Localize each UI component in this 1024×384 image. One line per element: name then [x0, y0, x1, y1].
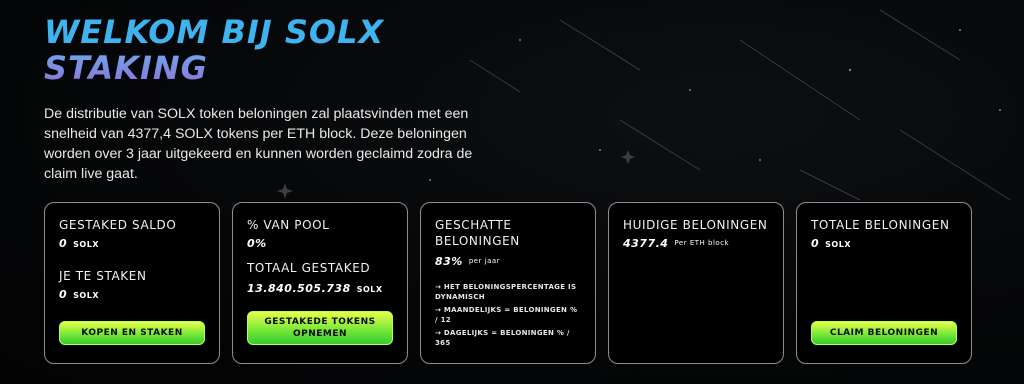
- total-staked-unit: SOLX: [356, 285, 383, 294]
- pool-percent-label: % VAN POOL: [247, 218, 330, 232]
- to-stake-label: JE TE STAKEN: [59, 269, 147, 283]
- total-rewards-unit: SOLX: [825, 240, 851, 249]
- intro-text: De distributie van SOLX token beloningen…: [44, 106, 473, 182]
- note-daily: → DAGELIJKS = BELONINGEN % / 365: [435, 329, 570, 347]
- to-stake-unit: SOLX: [73, 291, 99, 300]
- note-monthly: → MAANDELIJKS = BELONINGEN % / 12: [435, 306, 578, 324]
- pool-percent-value: 0%: [247, 237, 267, 250]
- total-staked-label: TOTAAL GESTAKED: [247, 261, 371, 275]
- rewards-notes: → HET BELONINGSPERCENTAGE IS DYNAMISCH →…: [435, 282, 581, 348]
- staked-balance-label: GESTAKED SALDO: [59, 218, 177, 232]
- total-rewards-label: TOTALE BELONINGEN: [811, 218, 950, 232]
- card-estimated-rewards: GESCHATTE BELONINGEN 83% per jaar → HET B…: [420, 202, 596, 364]
- current-rewards-amount: 4377.4: [623, 237, 669, 250]
- to-stake-value: 0 SOLX: [59, 288, 205, 301]
- staking-page: WELKOM BIJ SOLX STAKING De distributie v…: [0, 0, 1024, 384]
- card-pool: % VAN POOL 0% TOTAAL GESTAKED 13.840.505…: [232, 202, 408, 364]
- claim-rewards-button[interactable]: CLAIM BELONINGEN: [811, 321, 957, 345]
- to-stake-amount: 0: [59, 288, 68, 301]
- estimated-rewards-amount: 83%: [435, 255, 463, 268]
- total-staked-value: 13.840.505.738 SOLX: [247, 282, 393, 295]
- title-line-1: WELKOM BIJ SOLX: [44, 13, 385, 51]
- card-total-rewards: TOTALE BELONINGEN 0 SOLX CLAIM BELONINGEN: [796, 202, 972, 364]
- estimated-rewards-label: GESCHATTE BELONINGEN: [435, 218, 520, 248]
- card-staked-balance: GESTAKED SALDO 0 SOLX JE TE STAKEN 0 SOLX …: [44, 202, 220, 364]
- staked-balance-unit: SOLX: [73, 240, 99, 249]
- withdraw-staked-tokens-button[interactable]: GESTAKEDE TOKENS OPNEMEN: [247, 311, 393, 345]
- buy-and-stake-button[interactable]: KOPEN EN STAKEN: [59, 321, 205, 345]
- staked-balance-value: 0 SOLX: [59, 237, 205, 250]
- current-rewards-label: HUIDIGE BELONINGEN: [623, 218, 768, 232]
- staked-balance-amount: 0: [59, 237, 68, 250]
- page-title: WELKOM BIJ SOLX STAKING: [44, 14, 384, 86]
- total-rewards-value: 0 SOLX: [811, 237, 957, 250]
- total-staked-amount: 13.840.505.738: [247, 282, 351, 295]
- total-rewards-amount: 0: [811, 237, 820, 250]
- estimated-rewards-value: 83% per jaar: [435, 255, 581, 268]
- note-dynamic: → HET BELONINGSPERCENTAGE IS DYNAMISCH: [435, 283, 577, 301]
- current-rewards-suffix: Per ETH block: [674, 239, 730, 247]
- card-current-rewards: HUIDIGE BELONINGEN 4377.4 Per ETH block: [608, 202, 784, 364]
- title-line-2: STAKING: [44, 50, 384, 86]
- estimated-rewards-suffix: per jaar: [468, 257, 501, 265]
- current-rewards-value: 4377.4 Per ETH block: [623, 237, 769, 250]
